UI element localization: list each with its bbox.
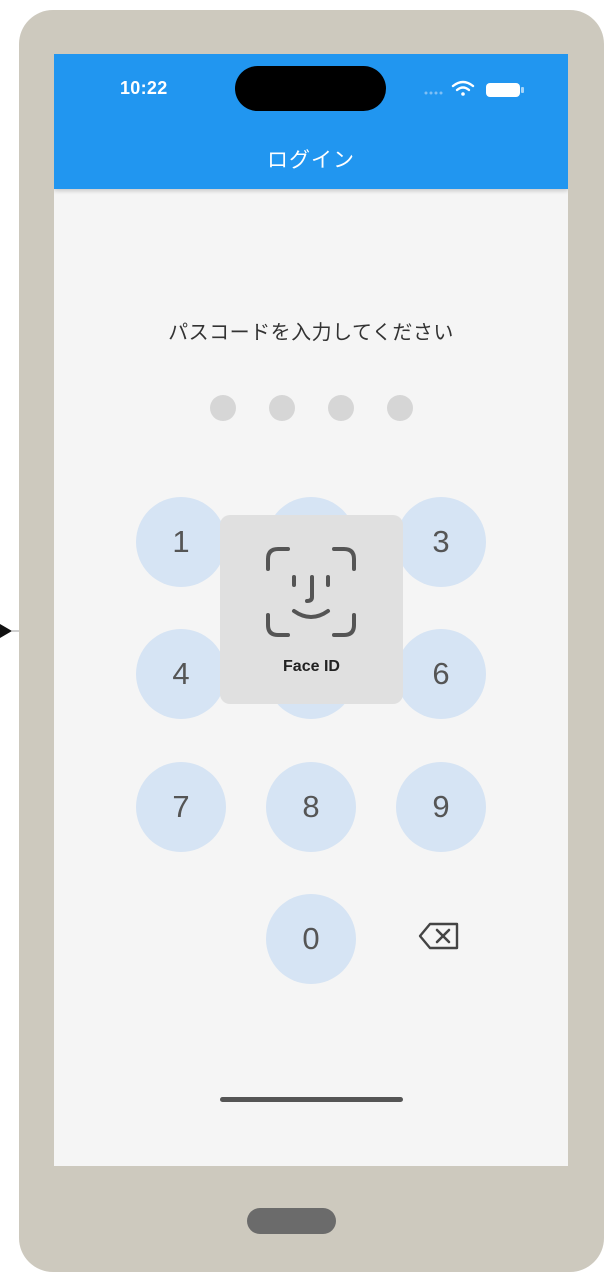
face-id-label: Face ID	[283, 658, 340, 675]
home-button[interactable]	[247, 1208, 336, 1234]
app-screen: 10:22 ログイン パスコードを入力してください 1 2	[54, 54, 568, 1166]
backspace-button[interactable]	[409, 918, 469, 954]
status-icons	[424, 80, 524, 97]
passcode-dots	[54, 395, 568, 421]
signal-dots-icon	[424, 91, 443, 95]
key-3[interactable]: 3	[396, 497, 486, 587]
page-title: ログイン	[267, 148, 355, 172]
key-7[interactable]: 7	[136, 762, 226, 852]
passcode-prompt: パスコードを入力してください	[168, 320, 454, 344]
key-0[interactable]: 0	[266, 894, 356, 984]
key-8[interactable]: 8	[266, 762, 356, 852]
status-time: 10:22	[120, 78, 168, 98]
battery-icon	[486, 83, 524, 97]
app-header: 10:22 ログイン	[54, 54, 568, 189]
backspace-icon	[418, 922, 459, 950]
passcode-dot	[328, 395, 354, 421]
face-id-icon	[266, 547, 356, 637]
passcode-dot	[269, 395, 295, 421]
passcode-dot	[387, 395, 413, 421]
key-9[interactable]: 9	[396, 762, 486, 852]
home-indicator[interactable]	[220, 1097, 403, 1102]
key-4[interactable]: 4	[136, 629, 226, 719]
dynamic-island	[235, 66, 386, 111]
face-id-overlay: Face ID	[220, 515, 403, 704]
wifi-icon	[451, 80, 475, 96]
key-1[interactable]: 1	[136, 497, 226, 587]
key-6[interactable]: 6	[396, 629, 486, 719]
passcode-dot	[210, 395, 236, 421]
